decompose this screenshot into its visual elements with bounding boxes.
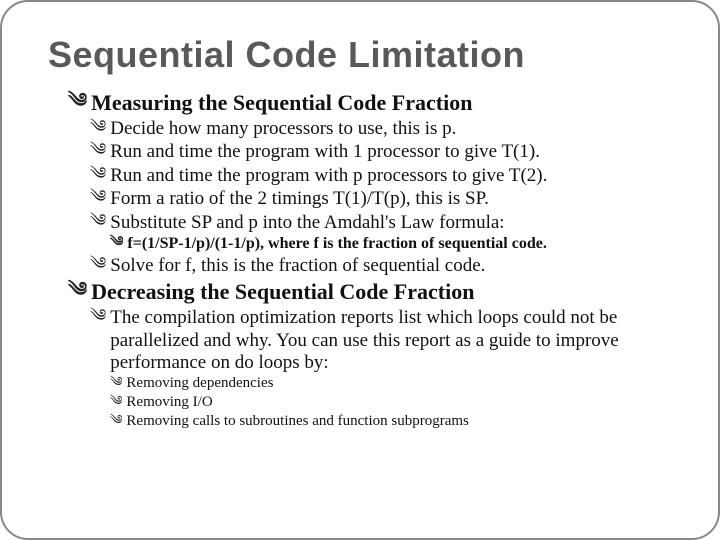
bullet-icon: ༄ <box>110 413 122 427</box>
list-subitem: ༄ Removing calls to subroutines and func… <box>48 413 672 431</box>
bullet-icon: ༄ <box>90 307 106 326</box>
item-text: The compilation optimization reports lis… <box>110 307 672 374</box>
list-item: ༄ Decide how many processors to use, thi… <box>48 118 672 140</box>
subitem-text: Removing calls to subroutines and functi… <box>126 413 672 431</box>
item-text: Substitute SP and p into the Amdahl's La… <box>110 212 672 234</box>
bullet-icon: ༄ <box>90 141 106 160</box>
bullet-icon: ༄ <box>90 118 106 137</box>
list-item: ༄ Run and time the program with 1 proces… <box>48 141 672 163</box>
bullet-icon: ༄ <box>68 279 87 301</box>
section-text: Measuring the Sequential Code Fraction <box>91 90 672 116</box>
item-text: Form a ratio of the 2 timings T(1)/T(p),… <box>110 188 672 210</box>
bullet-icon: ༄ <box>110 394 122 408</box>
item-text: Decide how many processors to use, this … <box>110 118 672 140</box>
list-item: ༄ Run and time the program with p proces… <box>48 165 672 187</box>
section-text: Decreasing the Sequential Code Fraction <box>91 279 672 305</box>
list-subitem: ༄ f=(1/SP-1/p)/(1-1/p), where f is the f… <box>48 235 672 254</box>
item-text: Run and time the program with p processo… <box>110 165 672 187</box>
list-item: ༄ Solve for f, this is the fraction of s… <box>48 255 672 277</box>
item-text: Solve for f, this is the fraction of seq… <box>110 255 672 277</box>
subitem-text: Removing dependencies <box>126 375 672 393</box>
list-item: ༄ Form a ratio of the 2 timings T(1)/T(p… <box>48 188 672 210</box>
bullet-icon: ༄ <box>90 255 106 274</box>
item-text: Run and time the program with 1 processo… <box>110 141 672 163</box>
list-item: ༄ The compilation optimization reports l… <box>48 307 672 374</box>
list-subitem: ༄ Removing I/O <box>48 394 672 412</box>
list-item: ༄ Substitute SP and p into the Amdahl's … <box>48 212 672 234</box>
bullet-icon: ༄ <box>90 212 106 231</box>
slide-title: Sequential Code Limitation <box>48 34 672 76</box>
slide-frame: Sequential Code Limitation ༄ Measuring t… <box>0 0 720 540</box>
subitem-text: f=(1/SP-1/p)/(1-1/p), where f is the fra… <box>127 235 672 254</box>
list-subitem: ༄ Removing dependencies <box>48 375 672 393</box>
bullet-icon: ༄ <box>68 90 87 112</box>
bullet-icon: ༄ <box>90 165 106 184</box>
section-heading: ༄ Decreasing the Sequential Code Fractio… <box>48 279 672 305</box>
bullet-icon: ༄ <box>110 375 122 389</box>
section-heading: ༄ Measuring the Sequential Code Fraction <box>48 90 672 116</box>
subitem-text: Removing I/O <box>126 394 672 412</box>
bullet-icon: ༄ <box>110 235 123 250</box>
bullet-icon: ༄ <box>90 188 106 207</box>
